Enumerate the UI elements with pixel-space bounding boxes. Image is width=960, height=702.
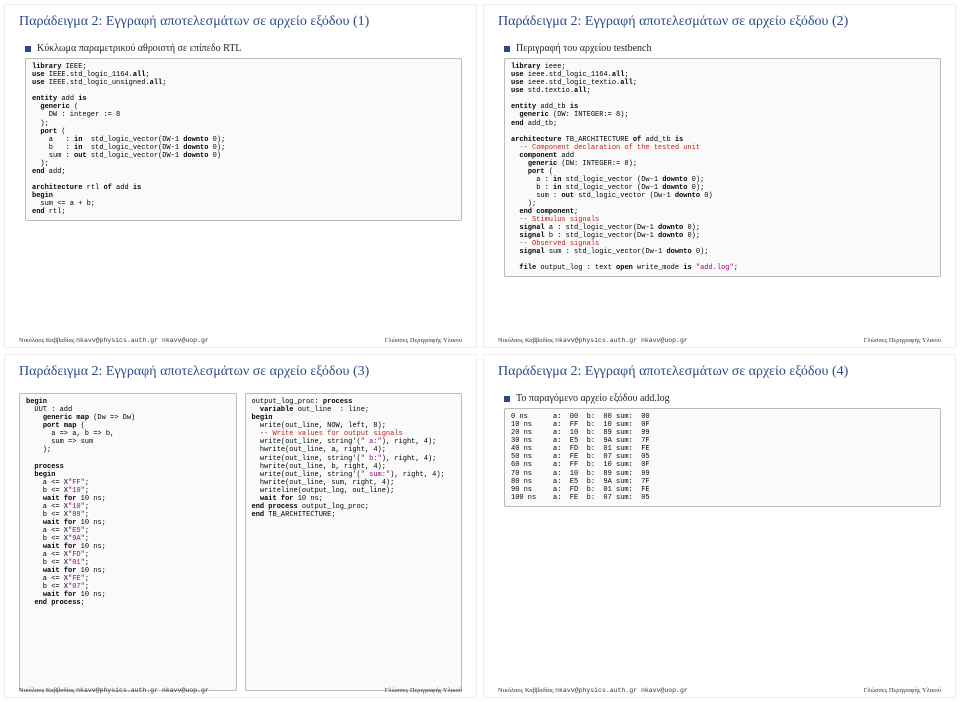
footer-left: Νικόλαος Καββαδίας nkavv@physics.auth.gr…	[19, 337, 209, 344]
slide-body: Περιγραφή του αρχείου testbench library …	[498, 41, 941, 345]
code-block-right: output_log_proc: process variable out_li…	[245, 393, 463, 691]
slide-1: Παράδειγμα 2: Εγγραφή αποτελεσμάτων σε α…	[4, 4, 477, 348]
code-block-left: begin UUT : add generic map (Dw => Dw) p…	[19, 393, 237, 691]
slide-body: begin UUT : add generic map (Dw => Dw) p…	[19, 391, 462, 695]
slide-footer: Νικόλαος Καββαδίας nkavv@physics.auth.gr…	[498, 687, 941, 694]
slide-4: Παράδειγμα 2: Εγγραφή αποτελεσμάτων σε α…	[483, 354, 956, 698]
slide-2: Παράδειγμα 2: Εγγραφή αποτελεσμάτων σε α…	[483, 4, 956, 348]
footer-right: Γλώσσες Περιγραφής Υλικού	[385, 687, 462, 694]
footer-left: Νικόλαος Καββαδίας nkavv@physics.auth.gr…	[19, 687, 209, 694]
slide-title: Παράδειγμα 2: Εγγραφή αποτελεσμάτων σε α…	[498, 363, 941, 381]
footer-right: Γλώσσες Περιγραφής Υλικού	[864, 687, 941, 694]
slide-footer: Νικόλαος Καββαδίας nkavv@physics.auth.gr…	[19, 687, 462, 694]
slide-footer: Νικόλαος Καββαδίας nkavv@physics.auth.gr…	[498, 337, 941, 344]
bullet-icon	[25, 46, 31, 52]
bullet-icon	[504, 46, 510, 52]
slide-body: Το παραγόμενο αρχείο εξόδου add.log 0 ns…	[498, 391, 941, 695]
bullet-item: Κύκλωμα παραμετρικού αθροιστή σε επίπεδο…	[25, 43, 462, 54]
slide-footer: Νικόλαος Καββαδίας nkavv@physics.auth.gr…	[19, 337, 462, 344]
bullet-text: Περιγραφή του αρχείου testbench	[516, 43, 652, 54]
slide-title: Παράδειγμα 2: Εγγραφή αποτελεσμάτων σε α…	[498, 13, 941, 31]
slide-body: Κύκλωμα παραμετρικού αθροιστή σε επίπεδο…	[19, 41, 462, 345]
code-block: library ieee; use ieee.std_logic_1164.al…	[504, 58, 941, 277]
code-block: library IEEE; use IEEE.std_logic_1164.al…	[25, 58, 462, 221]
bullet-text: Το παραγόμενο αρχείο εξόδου add.log	[516, 393, 670, 404]
bullet-icon	[504, 396, 510, 402]
footer-left: Νικόλαος Καββαδίας nkavv@physics.auth.gr…	[498, 337, 688, 344]
footer-right: Γλώσσες Περιγραφής Υλικού	[385, 337, 462, 344]
code-block: 0 ns a: 00 b: 00 sum: 00 10 ns a: FF b: …	[504, 408, 941, 507]
slide-title: Παράδειγμα 2: Εγγραφή αποτελεσμάτων σε α…	[19, 13, 462, 31]
slide-3: Παράδειγμα 2: Εγγραφή αποτελεσμάτων σε α…	[4, 354, 477, 698]
bullet-item: Το παραγόμενο αρχείο εξόδου add.log	[504, 393, 941, 404]
footer-right: Γλώσσες Περιγραφής Υλικού	[864, 337, 941, 344]
bullet-item: Περιγραφή του αρχείου testbench	[504, 43, 941, 54]
slide-title: Παράδειγμα 2: Εγγραφή αποτελεσμάτων σε α…	[19, 363, 462, 381]
bullet-text: Κύκλωμα παραμετρικού αθροιστή σε επίπεδο…	[37, 43, 241, 54]
footer-left: Νικόλαος Καββαδίας nkavv@physics.auth.gr…	[498, 687, 688, 694]
